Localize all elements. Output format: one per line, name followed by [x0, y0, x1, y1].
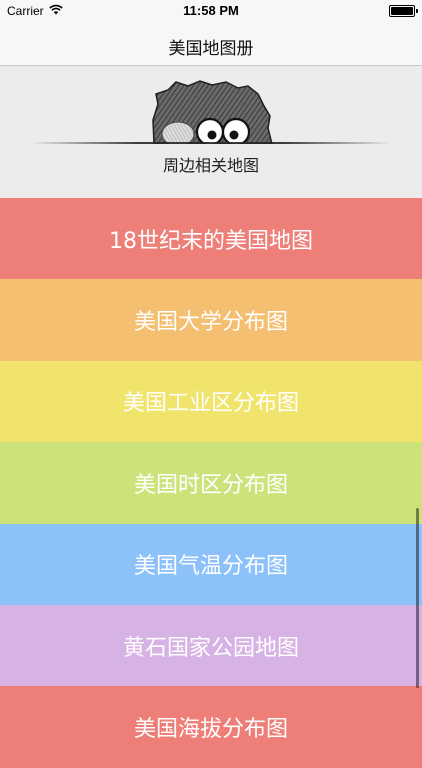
list-item[interactable]: 美国时区分布图 [0, 442, 422, 524]
list-item[interactable]: 美国海拔分布图 [0, 686, 422, 768]
list-item[interactable]: 美国气温分布图 [0, 523, 422, 605]
list-item[interactable]: 美国大学分布图 [0, 279, 422, 361]
list-item-label: 美国工业区分布图 [122, 391, 299, 417]
horizon-line [30, 142, 392, 144]
status-bar: Carrier 11:58 PM [0, 0, 422, 22]
status-time: 11:58 PM [183, 3, 239, 18]
list-item-label: 美国时区分布图 [133, 472, 288, 498]
scroll-indicator[interactable] [416, 508, 419, 688]
list-item[interactable]: 美国工业区分布图 [0, 360, 422, 443]
map-list: 18世纪末的美国地图 美国大学分布图 美国工业区分布图 美国时区分布图 美国气温分布图黄… [0, 198, 422, 768]
list-item-label: 美国气温分布图 [133, 554, 288, 580]
list-item-label: 黄石国家公园地图 [122, 635, 299, 661]
nearby-maps-caption: 周边相关地图 [162, 156, 259, 175]
list-item-label: 美国海拔分布图 [133, 717, 288, 743]
list-item[interactable]: 黄石国家公园地图 [0, 604, 422, 687]
status-right [389, 5, 418, 17]
list-item-label: 18世纪末的美国地图 [109, 228, 313, 254]
navigation-bar: 美国地图册 [0, 22, 422, 66]
list-item-label: 美国大学分布图 [133, 310, 288, 336]
list-item[interactable]: 18世纪末的美国地图 [0, 198, 422, 280]
list-header: 周边相关地图 [0, 66, 422, 198]
page-title: 美国地图册 [168, 39, 254, 59]
peeking-creature-icon [152, 80, 273, 144]
battery-icon [389, 5, 418, 17]
